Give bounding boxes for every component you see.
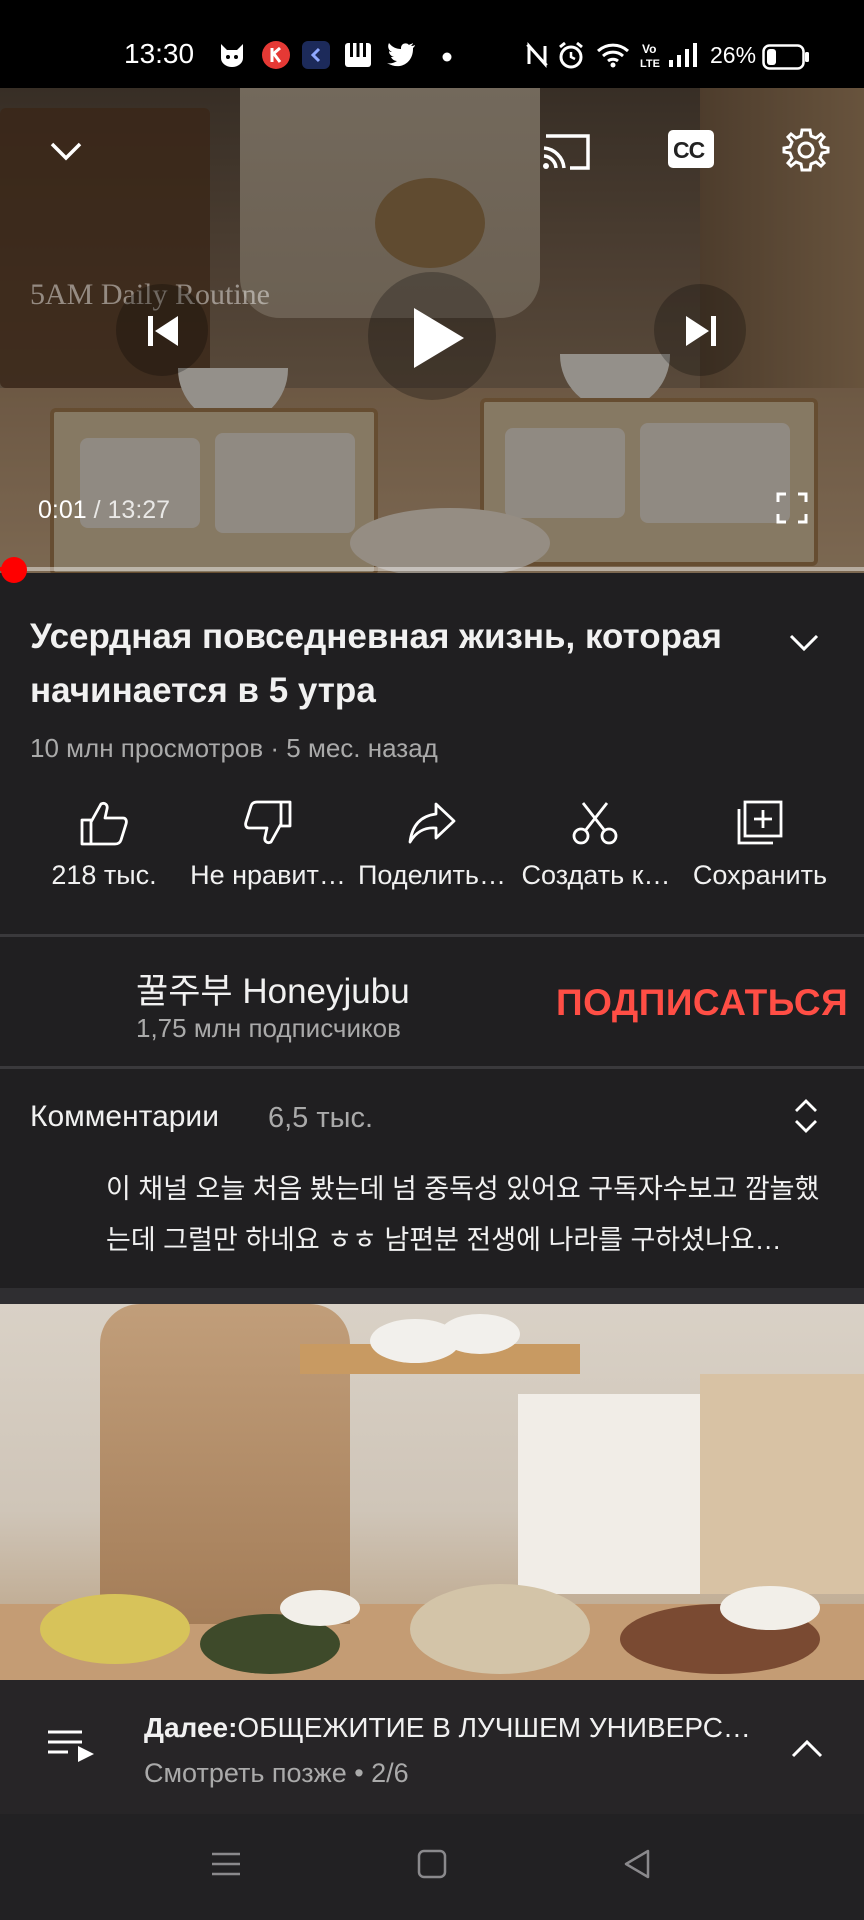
divider xyxy=(0,1066,864,1069)
wifi-icon xyxy=(596,42,630,68)
comments-count: 6,5 тыс. xyxy=(268,1102,374,1134)
battery-percent: 26% xyxy=(710,42,757,68)
captions-label: CC xyxy=(673,137,705,163)
thumb-melon xyxy=(40,1594,190,1664)
time-separator: / xyxy=(86,496,108,524)
clip-button[interactable]: Создать к… xyxy=(514,800,678,891)
thumb-bowl xyxy=(440,1314,520,1354)
queue-icon[interactable] xyxy=(46,1728,98,1764)
top-comment: 이 채널 오늘 처음 봤는데 넘 중독성 있어요 구독자수보고 깜놀했는데 그럴… xyxy=(106,1174,820,1255)
play-icon xyxy=(412,306,466,370)
volte-icon: Vo LTE xyxy=(640,41,664,69)
k-app-icon xyxy=(262,41,290,69)
up-next-prefix: Далее: xyxy=(144,1712,238,1743)
current-time: 0:01 xyxy=(38,496,87,524)
piano-app-icon xyxy=(344,42,372,68)
nfc-off-icon xyxy=(524,42,550,68)
total-time: 13:27 xyxy=(107,496,171,524)
next-video-thumbnail[interactable] xyxy=(0,1304,864,1680)
fullscreen-icon[interactable] xyxy=(776,492,808,524)
up-next-title[interactable]: Далее:ОБЩЕЖИТИЕ В ЛУЧШЕМ УНИВЕРС… xyxy=(144,1712,751,1744)
previous-icon xyxy=(146,314,180,348)
section-gap xyxy=(0,1288,864,1304)
video-player[interactable]: 5AM Daily Routine CC 0:01 / 13:27 xyxy=(0,88,864,573)
progress-scrubber[interactable] xyxy=(1,557,27,583)
thumb-bowl xyxy=(720,1586,820,1630)
thumb-bowl xyxy=(280,1590,360,1626)
up-next-playlist: Смотреть позже • 2/6 xyxy=(144,1758,409,1788)
expand-up-icon[interactable] xyxy=(788,1730,826,1768)
divider xyxy=(0,934,864,937)
save-label: Сохранить xyxy=(692,860,828,890)
dislike-button[interactable]: Не нравит… xyxy=(186,800,350,891)
alarm-icon xyxy=(556,40,586,70)
play-button[interactable] xyxy=(368,272,496,400)
status-time: 13:30 xyxy=(124,38,195,69)
video-title[interactable]: Усердная повседневная жизнь, которая нач… xyxy=(30,610,760,718)
dot-icon xyxy=(442,52,452,62)
dislike-label: Не нравит… xyxy=(190,860,346,890)
twitter-icon xyxy=(386,42,416,68)
thumb-chicken xyxy=(410,1584,590,1674)
share-button[interactable]: Поделить… xyxy=(350,800,514,891)
next-button[interactable] xyxy=(654,284,746,376)
save-button[interactable]: Сохранить xyxy=(678,800,842,891)
up-next-bar[interactable] xyxy=(0,1680,864,1814)
share-label: Поделить… xyxy=(358,860,506,890)
back-icon[interactable] xyxy=(622,1848,654,1880)
like-button[interactable]: 218 тыс. xyxy=(22,800,186,891)
clip-label: Создать к… xyxy=(521,860,671,890)
scissors-icon xyxy=(514,800,678,846)
recents-menu-icon[interactable] xyxy=(210,1848,242,1880)
collapse-chevron-icon[interactable] xyxy=(46,130,86,170)
progress-track[interactable] xyxy=(0,567,864,571)
video-meta: 10 млн просмотров · 5 мес. назад xyxy=(30,733,438,763)
thumbs-down-icon xyxy=(186,800,350,846)
cast-icon[interactable] xyxy=(540,130,594,174)
svg-text:Vo: Vo xyxy=(642,42,656,56)
save-playlist-icon xyxy=(678,800,842,846)
expand-collapse-icon[interactable] xyxy=(790,1096,822,1136)
share-icon xyxy=(350,800,514,846)
thumbs-up-icon xyxy=(22,800,186,846)
like-count: 218 тыс. xyxy=(51,860,157,890)
home-icon[interactable] xyxy=(416,1848,448,1880)
channel-name[interactable]: 꿀주부 Honeyjubu xyxy=(136,963,410,1014)
captions-icon[interactable]: CC xyxy=(668,130,714,168)
battery-icon xyxy=(762,44,810,70)
app-back-icon xyxy=(302,41,330,69)
subscribe-button[interactable]: ПОДПИСАТЬСЯ xyxy=(556,982,848,1024)
thumb-cabinet xyxy=(700,1374,864,1594)
next-icon xyxy=(684,314,718,348)
time-display: 0:01 / 13:27 xyxy=(38,496,170,525)
settings-gear-icon[interactable] xyxy=(782,126,830,174)
svg-text:LTE: LTE xyxy=(640,58,660,69)
previous-button[interactable] xyxy=(116,284,208,376)
signal-icon xyxy=(668,42,700,68)
up-next-video-title: ОБЩЕЖИТИЕ В ЛУЧШЕМ УНИВЕРС… xyxy=(237,1712,751,1743)
comments-title: Комментарии xyxy=(30,1100,219,1133)
expand-description-icon[interactable] xyxy=(786,624,822,660)
subscriber-count: 1,75 млн подписчиков xyxy=(136,1013,401,1043)
cat-app-icon xyxy=(218,42,246,68)
